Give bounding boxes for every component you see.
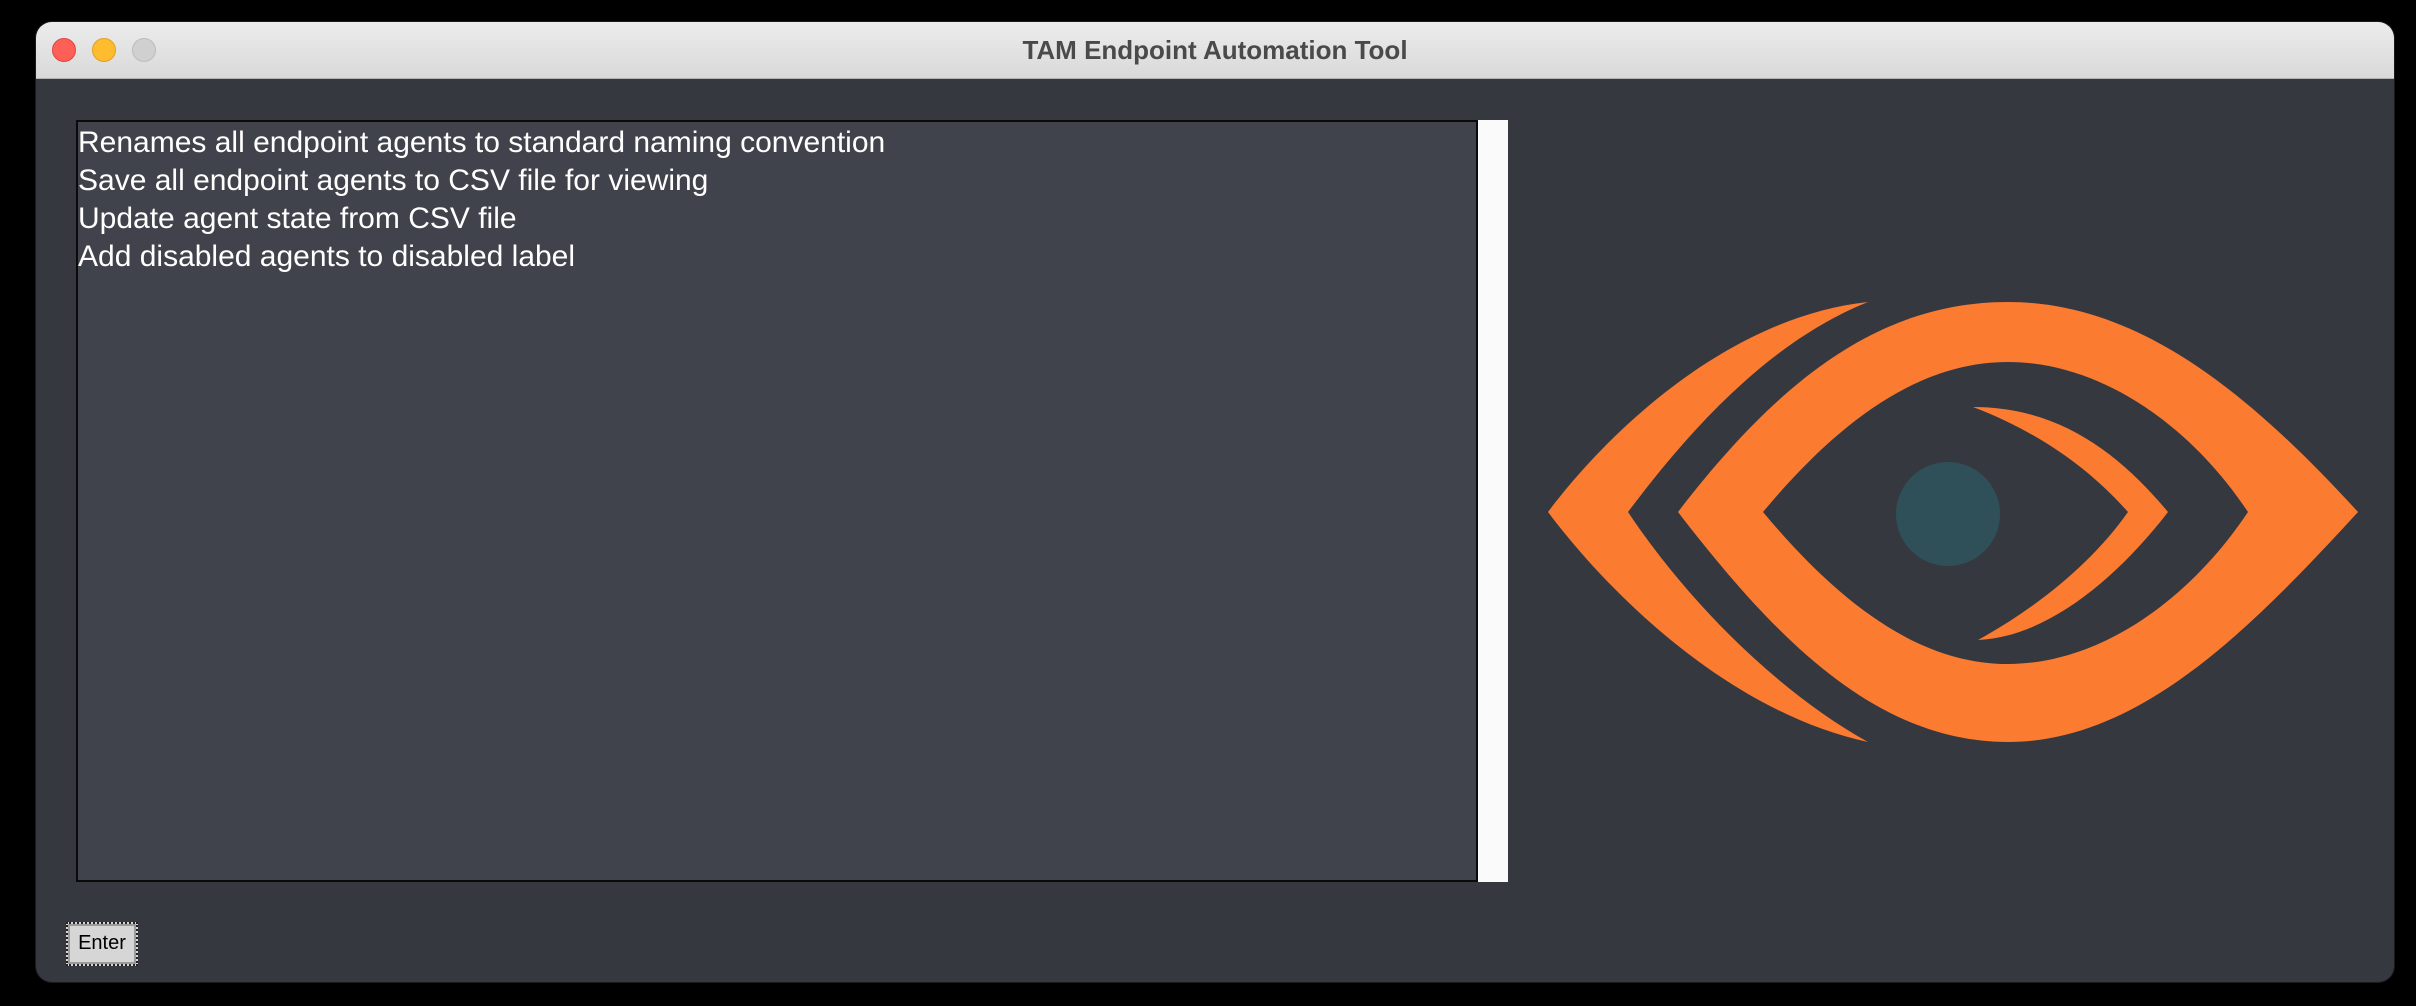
logo-eye-ring xyxy=(1678,302,2358,742)
enter-button[interactable]: Enter xyxy=(66,922,138,966)
window-title: TAM Endpoint Automation Tool xyxy=(1022,35,1408,65)
title-bar[interactable]: TAM Endpoint Automation Tool xyxy=(36,22,2394,79)
listbox-scrollbar[interactable] xyxy=(1478,120,1508,882)
list-item-save-csv[interactable]: Save all endpoint agents to CSV file for… xyxy=(78,162,1476,200)
list-item-update-state[interactable]: Update agent state from CSV file xyxy=(78,200,1476,238)
list-item-rename-agents[interactable]: Renames all endpoint agents to standard … xyxy=(78,124,1476,162)
app-window: TAM Endpoint Automation Tool Renames all… xyxy=(36,22,2394,982)
logo-pupil xyxy=(1896,462,2000,566)
list-item-disabled-label[interactable]: Add disabled agents to disabled label xyxy=(78,238,1476,276)
options-listbox[interactable]: Renames all endpoint agents to standard … xyxy=(76,120,1478,882)
eye-logo-icon xyxy=(1548,302,2358,742)
logo-inner-crescent xyxy=(1973,407,2168,640)
